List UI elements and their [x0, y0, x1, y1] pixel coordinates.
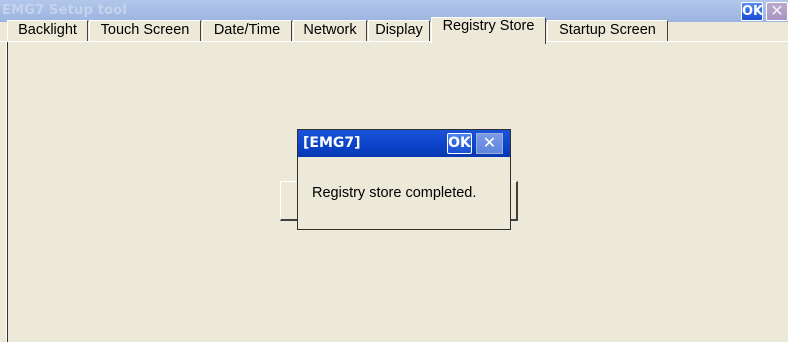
window-title: EMG7 Setup tool: [2, 3, 128, 18]
tab-network[interactable]: Network: [293, 20, 367, 41]
tab-backlight[interactable]: Backlight: [7, 20, 88, 41]
tab-display[interactable]: Display: [368, 20, 430, 41]
window-titlebar[interactable]: EMG7 Setup tool OK ✕: [0, 0, 788, 22]
tab-registry-store[interactable]: Registry Store: [431, 17, 546, 44]
message-dialog: [EMG7] OK ✕ Registry store completed.: [297, 129, 511, 230]
dialog-message: Registry store completed.: [312, 185, 477, 201]
panel-edge-shadow: [7, 42, 8, 342]
tab-touch-screen[interactable]: Touch Screen: [89, 20, 201, 41]
dialog-title: [EMG7]: [303, 135, 361, 151]
close-icon: ✕: [482, 133, 497, 152]
tab-startup-screen[interactable]: Startup Screen: [547, 20, 668, 41]
tab-date-time[interactable]: Date/Time: [202, 20, 292, 41]
tab-strip-baseline: [0, 41, 788, 42]
dialog-titlebar[interactable]: [EMG7] OK ✕: [298, 130, 510, 157]
window-close-button[interactable]: ✕: [766, 2, 788, 21]
window-ok-button[interactable]: OK: [741, 2, 763, 21]
close-icon: ✕: [770, 1, 784, 20]
dialog-ok-button[interactable]: OK: [447, 133, 472, 154]
dialog-close-button[interactable]: ✕: [476, 133, 503, 154]
setup-tool-window: EMG7 Setup tool OK ✕ Backlight Touch Scr…: [0, 0, 788, 342]
